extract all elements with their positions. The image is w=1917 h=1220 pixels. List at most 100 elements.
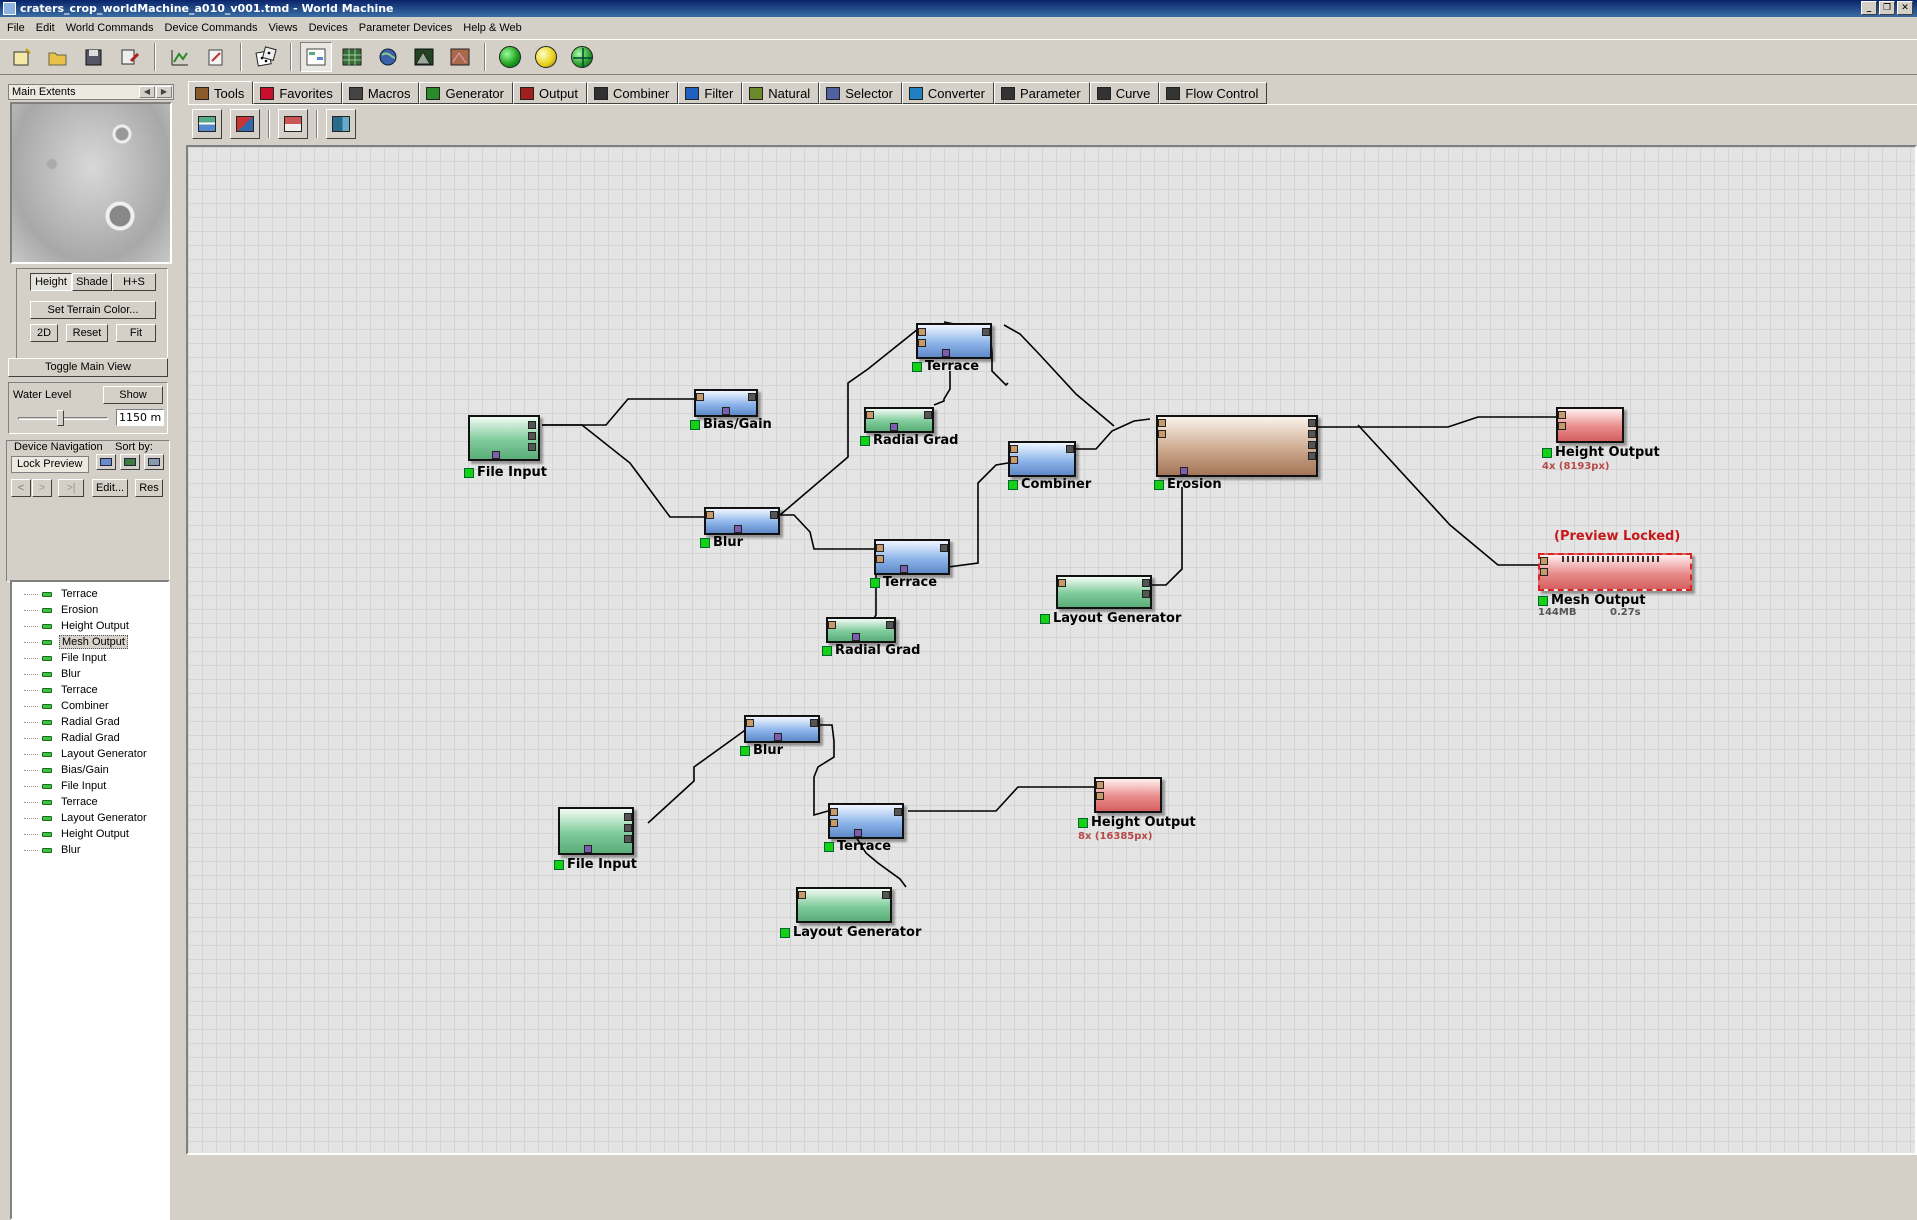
- node-bias-gain[interactable]: [694, 389, 758, 417]
- input-port[interactable]: [1158, 430, 1166, 438]
- device-list[interactable]: Terrace Erosion Height Output Mesh Output Fi…: [10, 580, 170, 1220]
- input-port[interactable]: [828, 621, 836, 629]
- prev-arrow-icon[interactable]: ◀: [139, 86, 155, 98]
- node-radial-grad-1[interactable]: [864, 407, 934, 433]
- node-height-output-1[interactable]: [1556, 407, 1624, 443]
- menu-parameter-devices[interactable]: Parameter Devices: [356, 22, 461, 34]
- input-port[interactable]: [918, 339, 926, 347]
- input-port[interactable]: [1010, 456, 1018, 464]
- terrain-icon[interactable]: [408, 42, 440, 72]
- output-port[interactable]: [528, 432, 536, 440]
- copy-tool-icon[interactable]: [230, 108, 260, 139]
- tab-natural[interactable]: Natural: [742, 82, 820, 104]
- list-item[interactable]: Mesh Output: [12, 634, 128, 650]
- input-port[interactable]: [1540, 557, 1548, 565]
- terrain-preview[interactable]: [10, 102, 172, 264]
- input-port[interactable]: [830, 808, 838, 816]
- nav-end-button[interactable]: >|: [58, 479, 84, 497]
- input-port[interactable]: [876, 555, 884, 563]
- node-layout-generator-1[interactable]: [1056, 575, 1152, 609]
- minimize-icon[interactable]: _: [1861, 1, 1877, 15]
- menu-file[interactable]: File: [4, 22, 33, 34]
- layout-tool-icon[interactable]: [326, 108, 356, 139]
- menu-help-web[interactable]: Help & Web: [460, 22, 530, 34]
- dice-icon[interactable]: [250, 42, 282, 72]
- tab-output[interactable]: Output: [513, 82, 588, 104]
- sort-type-icon[interactable]: [120, 454, 140, 470]
- yellow-ball-icon[interactable]: [530, 42, 562, 72]
- fit-button[interactable]: Fit: [116, 324, 156, 342]
- list-item[interactable]: Terrace: [12, 586, 100, 602]
- list-item[interactable]: Bias/Gain: [12, 762, 111, 778]
- export-tool-icon[interactable]: [278, 108, 308, 139]
- green-ball-icon[interactable]: [494, 42, 526, 72]
- hs-mode-button[interactable]: H+S: [112, 273, 156, 291]
- tab-tools[interactable]: Tools: [188, 81, 254, 104]
- output-port[interactable]: [924, 411, 932, 419]
- tab-favorites[interactable]: Favorites: [253, 82, 342, 104]
- height-mode-button[interactable]: Height: [30, 273, 72, 291]
- output-port[interactable]: [1308, 441, 1316, 449]
- output-port[interactable]: [894, 808, 902, 816]
- tab-flow-control[interactable]: Flow Control: [1159, 82, 1268, 104]
- output-port[interactable]: [1308, 419, 1316, 427]
- node-file-input-1[interactable]: [468, 415, 540, 461]
- grid-view-icon[interactable]: [336, 42, 368, 72]
- sort-graph-icon[interactable]: [144, 454, 164, 470]
- node-height-output-2[interactable]: [1094, 777, 1162, 813]
- menu-edit[interactable]: Edit: [33, 22, 63, 34]
- node-blur-1[interactable]: [704, 507, 780, 535]
- list-item[interactable]: Layout Generator: [12, 810, 149, 826]
- output-port[interactable]: [882, 891, 890, 899]
- set-terrain-color-button[interactable]: Set Terrain Color...: [30, 301, 156, 319]
- tab-macros[interactable]: Macros: [341, 82, 420, 104]
- toggle-main-view-button[interactable]: Toggle Main View: [8, 358, 168, 377]
- input-port[interactable]: [830, 819, 838, 827]
- input-port[interactable]: [1096, 792, 1104, 800]
- restore-icon[interactable]: ❐: [1879, 1, 1895, 15]
- water-level-slider-thumb[interactable]: [56, 410, 64, 426]
- menu-views[interactable]: Views: [265, 22, 305, 34]
- control-port[interactable]: [942, 349, 950, 357]
- nav-edit-button[interactable]: Edit...: [92, 479, 128, 497]
- list-item[interactable]: Erosion: [12, 602, 100, 618]
- save-icon[interactable]: [78, 42, 110, 72]
- node-erosion[interactable]: [1156, 415, 1318, 477]
- input-port[interactable]: [866, 411, 874, 419]
- node-terrace-2[interactable]: [874, 539, 950, 575]
- texture-icon[interactable]: [444, 42, 476, 72]
- control-port[interactable]: [492, 451, 500, 459]
- close-icon[interactable]: ✕: [1897, 1, 1913, 15]
- output-port[interactable]: [528, 443, 536, 451]
- control-port[interactable]: [722, 407, 730, 415]
- node-terrace-1[interactable]: [916, 323, 992, 359]
- control-port[interactable]: [900, 565, 908, 573]
- output-port[interactable]: [886, 621, 894, 629]
- reset-button[interactable]: Reset: [66, 324, 108, 342]
- output-port[interactable]: [1308, 452, 1316, 460]
- menu-device-commands[interactable]: Device Commands: [162, 22, 266, 34]
- list-item[interactable]: File Input: [12, 650, 108, 666]
- list-item[interactable]: Terrace: [12, 794, 100, 810]
- device-graph-canvas[interactable]: File Input Bias/Gain Blur Terrace Radial…: [186, 145, 1917, 1155]
- control-port[interactable]: [854, 829, 862, 837]
- group-tool-icon[interactable]: [192, 108, 222, 139]
- tab-filter[interactable]: Filter: [678, 82, 743, 104]
- list-item[interactable]: Blur: [12, 842, 83, 858]
- list-item[interactable]: Layout Generator: [12, 746, 149, 762]
- input-port[interactable]: [706, 511, 714, 519]
- list-item[interactable]: Combiner: [12, 698, 111, 714]
- next-arrow-icon[interactable]: ▶: [156, 86, 172, 98]
- layout-view-icon[interactable]: [300, 42, 332, 72]
- control-port[interactable]: [852, 633, 860, 641]
- control-port[interactable]: [584, 845, 592, 853]
- show-water-button[interactable]: Show: [103, 386, 163, 404]
- output-port[interactable]: [624, 835, 632, 843]
- output-port[interactable]: [1142, 579, 1150, 587]
- node-terrace-3[interactable]: [828, 803, 904, 839]
- tab-converter[interactable]: Converter: [901, 82, 994, 104]
- output-port[interactable]: [982, 328, 990, 336]
- 2d-button[interactable]: 2D: [30, 324, 58, 342]
- input-port[interactable]: [1010, 445, 1018, 453]
- control-port[interactable]: [774, 733, 782, 741]
